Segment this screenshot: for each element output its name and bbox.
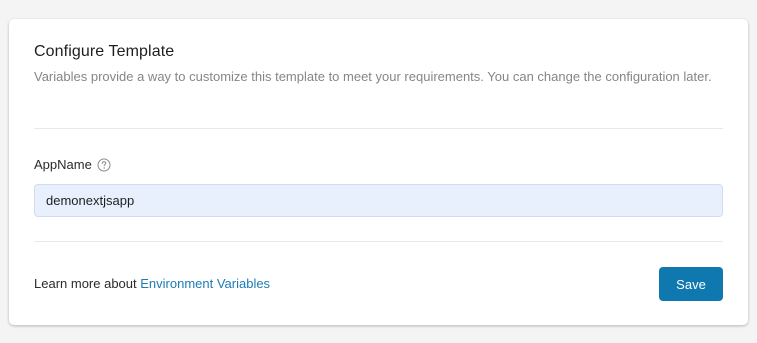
divider-bottom [34,241,723,242]
environment-variables-link[interactable]: Environment Variables [140,276,270,291]
appname-field-label: AppName [34,157,111,172]
configure-template-card: Configure Template Variables provide a w… [9,19,748,325]
appname-input[interactable] [34,184,723,217]
learn-more-prefix: Learn more about [34,276,141,291]
help-question-icon[interactable] [97,158,111,172]
card-title: Configure Template [34,43,175,60]
learn-more-text: Learn more about Environment Variables [34,276,270,291]
appname-label-text: AppName [34,157,92,172]
save-button[interactable]: Save [659,267,723,301]
card-description: Variables provide a way to customize thi… [34,69,712,84]
divider-top [34,128,723,129]
